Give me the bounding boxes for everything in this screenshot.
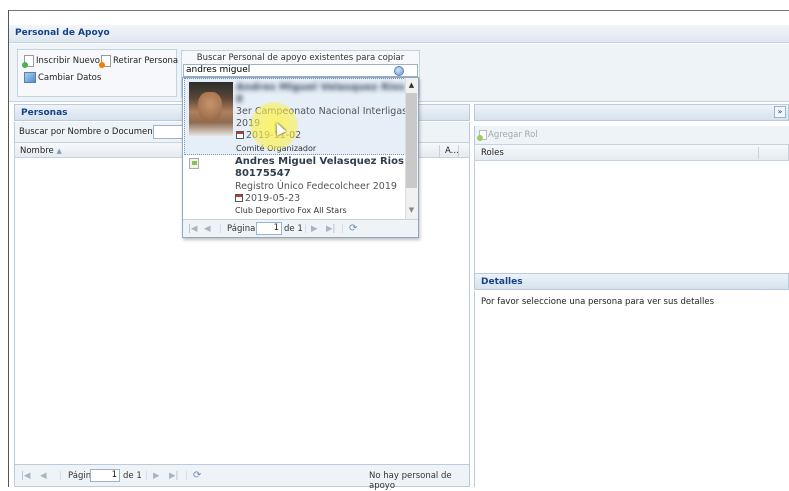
- refresh-icon[interactable]: ⟳: [193, 470, 201, 481]
- personas-title: Personas: [21, 108, 68, 118]
- result-name: Andres Miguel Velasquez Rios: [236, 82, 405, 93]
- window-frame-top: [8, 10, 789, 11]
- result-name: Andres Miguel Velasquez Rios: [235, 156, 404, 167]
- result-club: Club Deportivo Fox All Stars: [235, 206, 347, 215]
- result-document: 80175547: [235, 168, 291, 179]
- action-button-group: Inscribir Nuevo Retirar Persona Cambiar …: [17, 49, 179, 97]
- last-page-icon[interactable]: ▶|: [169, 471, 178, 481]
- window-title: Personal de Apoyo: [15, 28, 110, 38]
- col-nombre[interactable]: Nombre ▲: [20, 146, 62, 156]
- page-number-input[interactable]: 1: [90, 469, 120, 482]
- inscribir-nuevo-button[interactable]: Inscribir Nuevo: [22, 55, 101, 68]
- result-document: 8: [236, 94, 243, 105]
- next-page-icon[interactable]: ▶: [311, 224, 318, 234]
- agregar-rol-button[interactable]: Agregar Rol: [488, 130, 538, 140]
- cambiar-datos-label: Cambiar Datos: [38, 72, 102, 83]
- first-page-icon[interactable]: |◀: [188, 224, 197, 234]
- col-a[interactable]: A...: [445, 146, 459, 156]
- detalles-panel-header: Detalles: [474, 273, 789, 290]
- result-date: 2019-05-23: [235, 193, 300, 204]
- edit-icon: [24, 72, 36, 83]
- person-photo: [189, 82, 233, 136]
- title-bar: Personal de Apoyo: [9, 25, 789, 43]
- result-item-1[interactable]: Andres Miguel Velasquez Rios 8 3er Campe…: [184, 78, 408, 155]
- result-date: 2019-11-02: [236, 130, 301, 141]
- remove-document-icon: [99, 55, 111, 68]
- page-total: de 1: [123, 471, 142, 481]
- filter-input[interactable]: [153, 125, 183, 139]
- roles-grid: [474, 161, 789, 273]
- broken-image-icon: [189, 158, 199, 169]
- prev-page-icon[interactable]: ◀: [204, 224, 211, 234]
- collapse-panel-button[interactable]: »: [774, 106, 786, 118]
- search-label: Buscar Personal de apoyo existentes para…: [196, 53, 405, 63]
- page-label: Página: [227, 224, 256, 234]
- page-number-input[interactable]: 1: [256, 222, 282, 235]
- prev-page-icon[interactable]: ◀: [40, 471, 47, 481]
- detalles-message: Por favor seleccione una persona para ve…: [481, 297, 715, 307]
- calendar-icon: [235, 194, 243, 202]
- filter-label: Buscar por Nombre o Documento:: [19, 127, 164, 137]
- detalles-panel: Por favor seleccione una persona para ve…: [474, 291, 789, 487]
- right-panel-header: [474, 104, 789, 121]
- scroll-up-arrow-icon[interactable]: ▲: [406, 80, 417, 91]
- retirar-persona-button[interactable]: Retirar Persona: [99, 55, 179, 68]
- result-year: 2019: [236, 118, 261, 129]
- add-rol-icon: [477, 130, 487, 141]
- last-page-icon[interactable]: ▶|: [326, 224, 335, 234]
- cambiar-datos-button[interactable]: Cambiar Datos: [24, 72, 101, 83]
- result-club: Comité Organizador: [236, 144, 317, 153]
- result-item-2[interactable]: Andres Miguel Velasquez Rios 80175547 Re…: [184, 155, 406, 220]
- refresh-icon[interactable]: ⟳: [349, 223, 357, 234]
- search-results-dropdown: Andres Miguel Velasquez Rios 8 3er Campe…: [182, 77, 419, 238]
- next-page-icon[interactable]: ▶: [153, 471, 160, 481]
- dropdown-pager: |◀ ◀ | Página 1 de 1 | ▶ ▶| | ⟳: [183, 219, 418, 237]
- pager-status: No hay personal de apoyo: [369, 471, 452, 491]
- sort-asc-icon: ▲: [56, 147, 62, 155]
- search-trigger-icon[interactable]: [394, 66, 404, 76]
- dropdown-scrollbar-thumb[interactable]: [406, 93, 417, 188]
- page-total: de 1: [284, 224, 303, 234]
- calendar-icon: [236, 131, 244, 139]
- search-input[interactable]: andres miguel: [183, 64, 418, 77]
- personas-pager: |◀ ◀ | Página 1 de 1 | ▶ ▶| | ⟳ No hay p…: [14, 464, 470, 491]
- col-roles[interactable]: Roles: [481, 148, 504, 158]
- roles-column-header: Roles: [474, 144, 789, 161]
- result-event: Registro Único Fedecolcheer 2019: [235, 181, 397, 192]
- detalles-title: Detalles: [481, 277, 523, 287]
- first-page-icon[interactable]: |◀: [21, 471, 30, 481]
- result-event: 3er Campeonato Nacional Interligas: [236, 106, 408, 117]
- roles-toolbar: Agregar Rol: [474, 126, 789, 144]
- new-document-icon: [22, 55, 34, 68]
- scroll-down-arrow-icon[interactable]: ▼: [406, 205, 417, 216]
- inscribir-nuevo-label: Inscribir Nuevo: [36, 56, 101, 66]
- retirar-persona-label: Retirar Persona: [113, 56, 179, 66]
